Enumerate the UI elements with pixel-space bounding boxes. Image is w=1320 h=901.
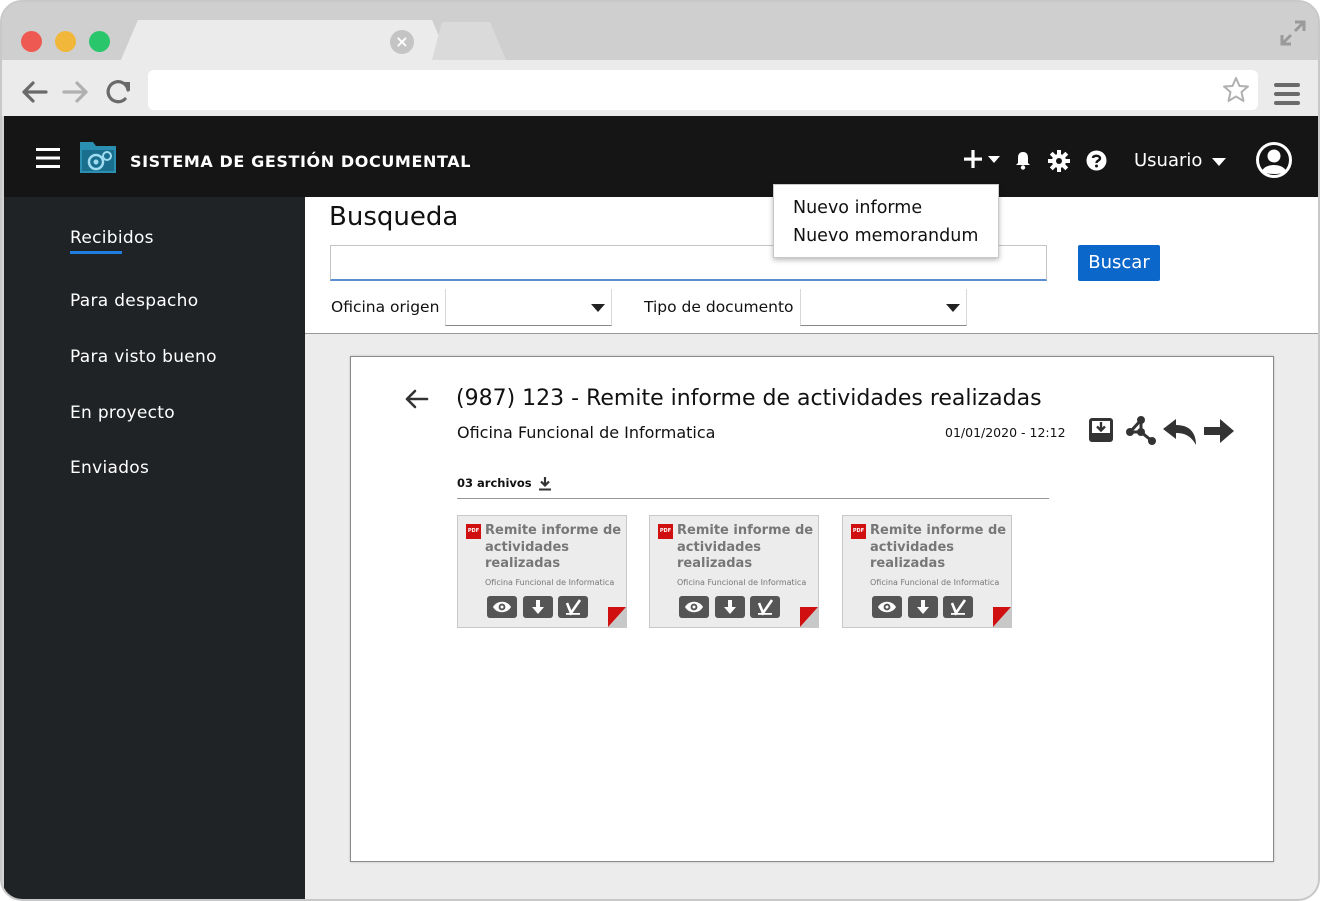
sidebar-item-recibidos[interactable]: Recibidos: [70, 228, 154, 248]
user-menu-label[interactable]: Usuario: [1134, 150, 1202, 171]
check-sign-icon: [757, 599, 774, 616]
browser-toolbar: [2, 60, 1318, 116]
bookmark-star-icon[interactable]: [1222, 76, 1250, 104]
hamburger-menu-icon[interactable]: [36, 148, 60, 168]
sign-file-button[interactable]: [943, 596, 973, 618]
browser-titlebar: ×: [2, 2, 1318, 62]
back-arrow-icon[interactable]: [405, 389, 429, 409]
menu-item-nuevo-memorandum[interactable]: Nuevo memorandum: [793, 226, 978, 246]
back-arrow-icon[interactable]: [20, 78, 50, 106]
reload-icon[interactable]: [104, 78, 134, 106]
download-file-button[interactable]: [908, 596, 938, 618]
sidebar-item-para-visto-bueno[interactable]: Para visto bueno: [70, 347, 217, 367]
main-content: (987) 123 - Remite informe de actividade…: [305, 334, 1318, 899]
file-office: Oficina Funcional de Informatica: [677, 578, 807, 587]
new-document-plus-icon[interactable]: [962, 150, 1004, 168]
document-title: (987) 123 - Remite informe de actividade…: [456, 386, 1042, 411]
view-file-button[interactable]: [487, 596, 517, 618]
help-question-icon[interactable]: [1086, 150, 1107, 171]
download-arrow-icon: [724, 600, 736, 614]
file-title: Remite informe de actividades realizadas: [870, 523, 1007, 571]
browser-window: × SISTEMA DE GESTIÓN DOCUMENTAL Usuario …: [0, 0, 1320, 901]
files-count-label: 03 archivos: [457, 476, 532, 490]
pdf-file-icon: PDF: [466, 524, 481, 539]
notifications-bell-icon[interactable]: [1014, 151, 1032, 170]
download-arrow-icon: [917, 600, 929, 614]
new-document-dropdown: Nuevo informe Nuevo memorandum: [773, 184, 999, 258]
sidebar-item-enviados[interactable]: Enviados: [70, 458, 149, 478]
chevron-down-icon: [591, 304, 605, 312]
reply-arrow-icon[interactable]: [1163, 419, 1197, 445]
user-avatar-icon[interactable]: [1256, 142, 1292, 178]
sidebar-active-indicator: [70, 251, 122, 254]
address-bar[interactable]: [148, 70, 1258, 110]
share-nodes-icon[interactable]: [1125, 415, 1157, 445]
check-sign-icon: [950, 599, 967, 616]
sidebar-item-para-despacho[interactable]: Para despacho: [70, 291, 198, 311]
sidebar-nav: Recibidos Para despacho Para visto bueno…: [4, 197, 305, 899]
minimize-window-button[interactable]: [55, 31, 76, 52]
browser-tab-new[interactable]: [432, 22, 506, 60]
file-card[interactable]: PDF Remite informe de actividades realiz…: [842, 515, 1012, 628]
filter-label-oficina-origen: Oficina origen: [331, 298, 440, 316]
document-datetime: 01/01/2020 - 12:12: [945, 425, 1066, 440]
settings-gear-icon[interactable]: [1048, 150, 1070, 172]
folder-gear-logo-icon: [80, 142, 116, 173]
file-card[interactable]: PDF Remite informe de actividades realiz…: [649, 515, 819, 628]
file-office: Oficina Funcional de Informatica: [870, 578, 1000, 587]
forward-arrow-icon[interactable]: [60, 78, 90, 106]
maximize-window-button[interactable]: [89, 31, 110, 52]
eye-icon: [878, 601, 896, 613]
download-file-button[interactable]: [523, 596, 553, 618]
tipo-documento-select[interactable]: [800, 289, 967, 326]
sign-file-button[interactable]: [558, 596, 588, 618]
page-fold-icon: [800, 607, 818, 627]
view-file-button[interactable]: [872, 596, 902, 618]
fullscreen-icon[interactable]: [1278, 18, 1308, 48]
check-sign-icon: [565, 599, 582, 616]
file-title: Remite informe de actividades realizadas: [485, 523, 622, 571]
menu-item-nuevo-informe[interactable]: Nuevo informe: [793, 198, 922, 218]
search-button[interactable]: Buscar: [1078, 245, 1160, 281]
chevron-down-icon: [946, 304, 960, 312]
oficina-origen-select[interactable]: [445, 289, 612, 326]
pdf-file-icon: PDF: [851, 524, 866, 539]
page-fold-icon: [608, 607, 626, 627]
file-office: Oficina Funcional de Informatica: [485, 578, 615, 587]
view-file-button[interactable]: [679, 596, 709, 618]
download-file-button[interactable]: [715, 596, 745, 618]
chevron-down-icon[interactable]: [1212, 158, 1226, 166]
app-header: SISTEMA DE GESTIÓN DOCUMENTAL Usuario: [4, 116, 1318, 197]
download-arrow-icon: [532, 600, 544, 614]
pdf-file-icon: PDF: [658, 524, 673, 539]
file-title: Remite informe de actividades realizadas: [677, 523, 814, 571]
tab-close-icon[interactable]: ×: [390, 30, 414, 54]
close-window-button[interactable]: [21, 31, 42, 52]
browser-menu-icon[interactable]: [1274, 82, 1300, 106]
files-divider: [457, 498, 1049, 499]
sidebar-item-en-proyecto[interactable]: En proyecto: [70, 403, 175, 423]
eye-icon: [493, 601, 511, 613]
search-title: Busqueda: [329, 202, 459, 232]
page-fold-icon: [993, 607, 1011, 627]
document-office: Oficina Funcional de Informatica: [457, 423, 716, 442]
download-tray-icon[interactable]: [1088, 417, 1114, 443]
sign-file-button[interactable]: [750, 596, 780, 618]
app-brand-title: SISTEMA DE GESTIÓN DOCUMENTAL: [130, 152, 472, 171]
download-all-icon[interactable]: [539, 476, 551, 491]
file-card[interactable]: PDF Remite informe de actividades realiz…: [457, 515, 627, 628]
document-detail-card: (987) 123 - Remite informe de actividade…: [350, 356, 1274, 862]
filter-label-tipo-documento: Tipo de documento: [644, 298, 794, 316]
eye-icon: [685, 601, 703, 613]
forward-arrow-icon[interactable]: [1204, 419, 1234, 443]
